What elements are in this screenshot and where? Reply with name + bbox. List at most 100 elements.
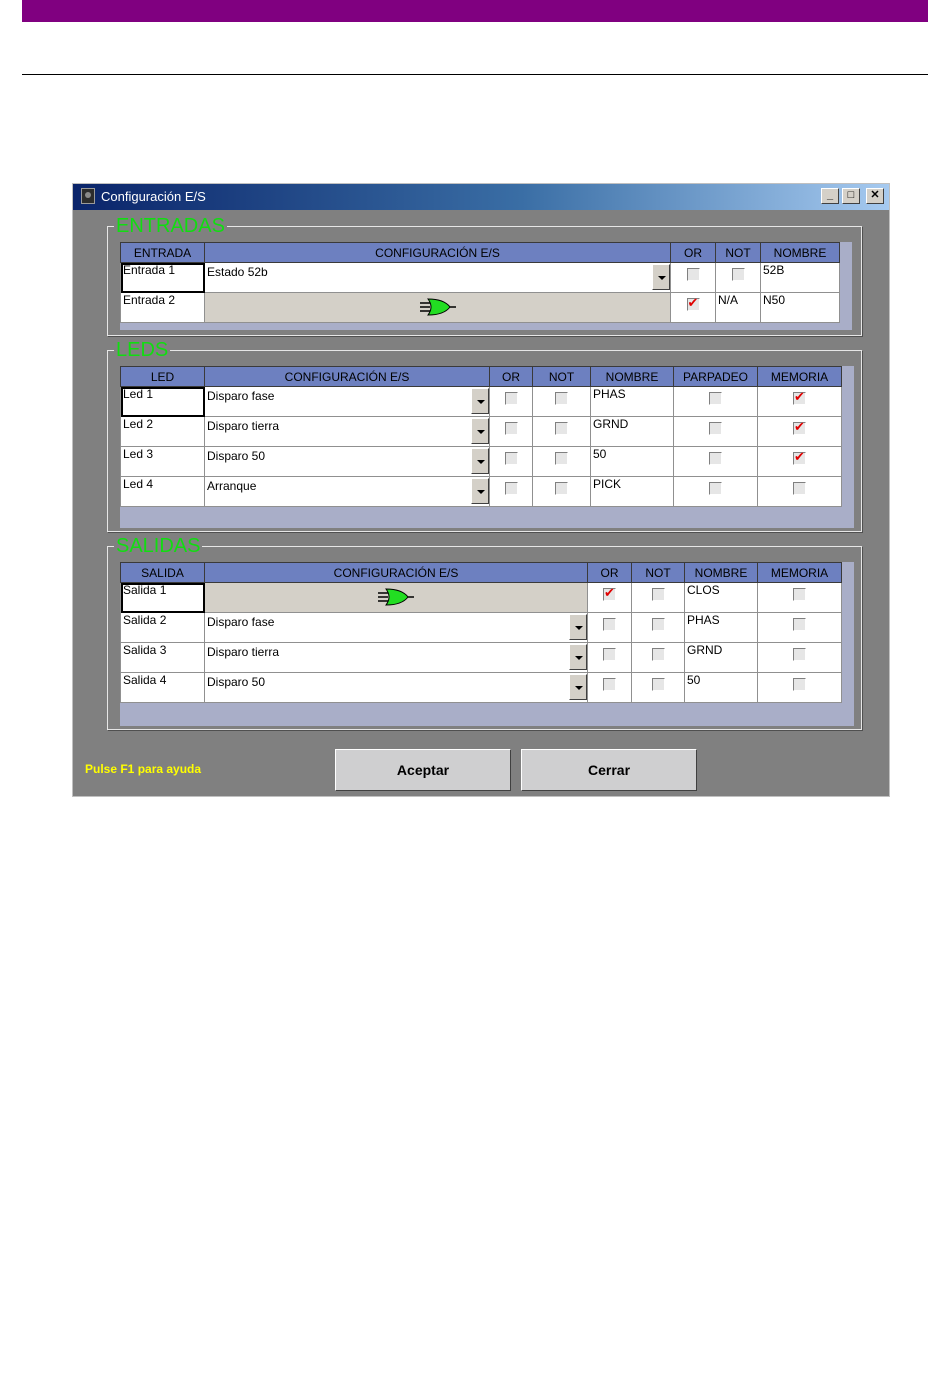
or-checkbox[interactable] xyxy=(504,422,518,435)
config-select[interactable]: Disparo tierra xyxy=(207,644,587,672)
leds-or-cell[interactable] xyxy=(489,476,533,507)
not-checkbox[interactable] xyxy=(555,422,568,435)
salidas-name-cell[interactable]: CLOS xyxy=(684,582,758,613)
leds-name-cell[interactable]: PHAS xyxy=(590,386,674,417)
parpadeo-checkbox[interactable] xyxy=(709,482,722,495)
salidas-not-cell[interactable] xyxy=(631,582,685,613)
leds-header-6[interactable]: MEMORIA xyxy=(757,366,842,387)
entradas-header-4[interactable]: NOMBRE xyxy=(760,242,840,263)
accept-button[interactable]: Aceptar xyxy=(335,749,511,791)
entradas-header-3[interactable]: NOT xyxy=(715,242,761,263)
salidas-memoria-cell[interactable] xyxy=(757,672,842,703)
or-checkbox[interactable] xyxy=(686,295,700,311)
leds-header-4[interactable]: NOMBRE xyxy=(590,366,674,387)
entradas-or-cell[interactable] xyxy=(670,262,716,293)
salidas-or-cell[interactable] xyxy=(587,642,632,673)
salidas-config-cell[interactable]: Disparo 50 xyxy=(204,672,588,703)
or-checkbox[interactable] xyxy=(603,585,616,601)
salidas-not-cell[interactable] xyxy=(631,642,685,673)
or-checkbox[interactable] xyxy=(603,618,616,631)
config-select[interactable]: Disparo fase xyxy=(207,388,489,416)
leds-parpadeo-cell[interactable] xyxy=(673,416,758,447)
not-checkbox[interactable] xyxy=(651,618,665,631)
not-checkbox[interactable] xyxy=(651,648,665,661)
leds-header-5[interactable]: PARPADEO xyxy=(673,366,758,387)
salidas-name-cell[interactable]: PHAS xyxy=(684,612,758,643)
or-checkbox[interactable] xyxy=(603,678,616,691)
entradas-header-2[interactable]: OR xyxy=(670,242,716,263)
memoria-checkbox[interactable] xyxy=(793,482,806,495)
leds-header-3[interactable]: NOT xyxy=(532,366,591,387)
salidas-header-3[interactable]: NOT xyxy=(631,562,685,583)
salidas-header-2[interactable]: OR xyxy=(587,562,632,583)
parpadeo-checkbox[interactable] xyxy=(709,392,722,405)
or-checkbox[interactable] xyxy=(504,452,518,465)
leds-memoria-cell[interactable] xyxy=(757,446,842,477)
leds-parpadeo-cell[interactable] xyxy=(673,386,758,417)
entradas-header-1[interactable]: CONFIGURACIÓN E/S xyxy=(204,242,671,263)
salidas-config-cell[interactable]: Disparo fase xyxy=(204,612,588,643)
salidas-header-0[interactable]: SALIDA xyxy=(120,562,205,583)
not-checkbox[interactable] xyxy=(731,268,745,281)
salidas-header-4[interactable]: NOMBRE xyxy=(684,562,758,583)
leds-name-cell[interactable]: 50 xyxy=(590,446,674,477)
not-checkbox[interactable] xyxy=(651,678,665,691)
memoria-checkbox[interactable] xyxy=(793,618,806,631)
leds-name-cell[interactable]: PICK xyxy=(590,476,674,507)
entradas-config-cell[interactable]: Estado 52b xyxy=(204,262,671,293)
maximize-button[interactable]: □ xyxy=(842,188,860,204)
dropdown-arrow-button[interactable] xyxy=(471,388,489,414)
config-select[interactable]: Disparo fase xyxy=(207,614,587,642)
leds-parpadeo-cell[interactable] xyxy=(673,446,758,477)
salidas-config-cell[interactable]: Disparo tierra xyxy=(204,642,588,673)
dropdown-arrow-button[interactable] xyxy=(471,478,489,504)
entradas-header-0[interactable]: ENTRADA xyxy=(120,242,205,263)
entradas-name-cell[interactable]: 52B xyxy=(760,262,840,293)
not-checkbox[interactable] xyxy=(555,392,568,405)
memoria-checkbox[interactable] xyxy=(793,389,806,405)
salidas-config-cell[interactable] xyxy=(204,582,588,613)
entradas-not-cell[interactable] xyxy=(715,262,761,293)
leds-config-cell[interactable]: Disparo tierra xyxy=(204,416,490,447)
config-select[interactable]: Disparo tierra xyxy=(207,418,489,446)
leds-not-cell[interactable] xyxy=(532,446,591,477)
close-window-button[interactable]: ✕ xyxy=(866,188,884,204)
or-checkbox[interactable] xyxy=(504,392,518,405)
leds-header-1[interactable]: CONFIGURACIÓN E/S xyxy=(204,366,490,387)
or-checkbox[interactable] xyxy=(603,648,616,661)
config-select[interactable]: Arranque xyxy=(207,478,489,506)
leds-config-cell[interactable]: Arranque xyxy=(204,476,490,507)
title-bar[interactable]: Configuración E/S _ □ ✕ xyxy=(73,184,889,210)
memoria-checkbox[interactable] xyxy=(793,419,806,435)
leds-config-cell[interactable]: Disparo 50 xyxy=(204,446,490,477)
dropdown-arrow-button[interactable] xyxy=(652,264,670,290)
salidas-header-1[interactable]: CONFIGURACIÓN E/S xyxy=(204,562,588,583)
dropdown-arrow-button[interactable] xyxy=(569,674,587,700)
leds-header-0[interactable]: LED xyxy=(120,366,205,387)
dropdown-arrow-button[interactable] xyxy=(569,614,587,640)
leds-or-cell[interactable] xyxy=(489,386,533,417)
entradas-config-cell[interactable] xyxy=(204,292,671,323)
salidas-memoria-cell[interactable] xyxy=(757,582,842,613)
entradas-not_text-cell[interactable]: N/A xyxy=(715,292,761,323)
leds-or-cell[interactable] xyxy=(489,446,533,477)
salidas-name-cell[interactable]: 50 xyxy=(684,672,758,703)
config-select[interactable]: Disparo 50 xyxy=(207,448,489,476)
memoria-checkbox[interactable] xyxy=(793,648,806,661)
or-checkbox[interactable] xyxy=(686,268,700,281)
not-checkbox[interactable] xyxy=(651,588,665,601)
dropdown-arrow-button[interactable] xyxy=(471,448,489,474)
config-select[interactable]: Estado 52b xyxy=(207,264,670,292)
parpadeo-checkbox[interactable] xyxy=(709,422,722,435)
not-checkbox[interactable] xyxy=(555,482,568,495)
leds-name-cell[interactable]: GRND xyxy=(590,416,674,447)
leds-parpadeo-cell[interactable] xyxy=(673,476,758,507)
memoria-checkbox[interactable] xyxy=(793,588,806,601)
memoria-checkbox[interactable] xyxy=(793,678,806,691)
close-button[interactable]: Cerrar xyxy=(521,749,697,791)
leds-not-cell[interactable] xyxy=(532,476,591,507)
leds-memoria-cell[interactable] xyxy=(757,386,842,417)
salidas-not-cell[interactable] xyxy=(631,612,685,643)
salidas-or-cell[interactable] xyxy=(587,582,632,613)
config-select[interactable]: Disparo 50 xyxy=(207,674,587,702)
